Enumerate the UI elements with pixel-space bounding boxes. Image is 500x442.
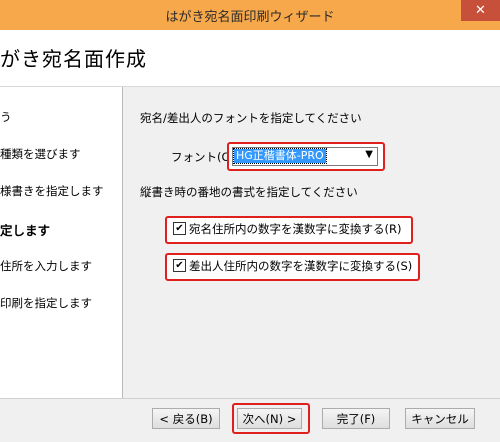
wizard-header: がき宛名面作成 [0, 30, 500, 87]
close-button[interactable]: ✕ [461, 0, 500, 21]
step-item-6: 印刷を指定します [0, 296, 92, 310]
checkbox-kanji-recipient[interactable]: ✔ [173, 222, 186, 235]
font-select-value: HG正楷書体-PRO [233, 148, 327, 164]
wizard-footer: < 戻る(B) 次へ(N) > 完了(F) キャンセル [0, 398, 500, 442]
step-item-current: 定します [0, 223, 51, 238]
back-button[interactable]: < 戻る(B) [152, 408, 220, 429]
vertical-section-label: 縦書き時の番地の書式を指定してください [140, 185, 358, 199]
checkbox-kanji-sender-label[interactable]: 差出人住所内の数字を漢数字に変換する(S) [189, 258, 412, 274]
cancel-button[interactable]: キャンセル [405, 408, 475, 429]
step-item-3: 様書きを指定します [0, 184, 104, 198]
font-section-label: 宛名/差出人のフォントを指定してください [140, 111, 362, 125]
step-item-2: 種類を選びます [0, 147, 81, 161]
step-item-5: 住所を入力します [0, 259, 92, 273]
chevron-down-icon[interactable]: ▼ [365, 149, 373, 160]
checkbox-kanji-recipient-label[interactable]: 宛名住所内の数字を漢数字に変換する(R) [189, 221, 401, 237]
title-bar: はがき宛名面印刷ウィザード ✕ [0, 0, 500, 30]
step-item-1: う [0, 110, 12, 124]
font-select[interactable]: HG正楷書体-PRO ▼ [232, 147, 378, 166]
checkbox-kanji-sender[interactable]: ✔ [173, 259, 186, 272]
window-title: はがき宛名面印刷ウィザード [165, 10, 335, 25]
next-button[interactable]: 次へ(N) > [237, 408, 302, 429]
page-title: がき宛名面作成 [0, 47, 147, 71]
finish-button[interactable]: 完了(F) [322, 408, 390, 429]
step-list: う 種類を選びます 様書きを指定します 定します 住所を入力します 印刷を指定し… [0, 87, 123, 398]
